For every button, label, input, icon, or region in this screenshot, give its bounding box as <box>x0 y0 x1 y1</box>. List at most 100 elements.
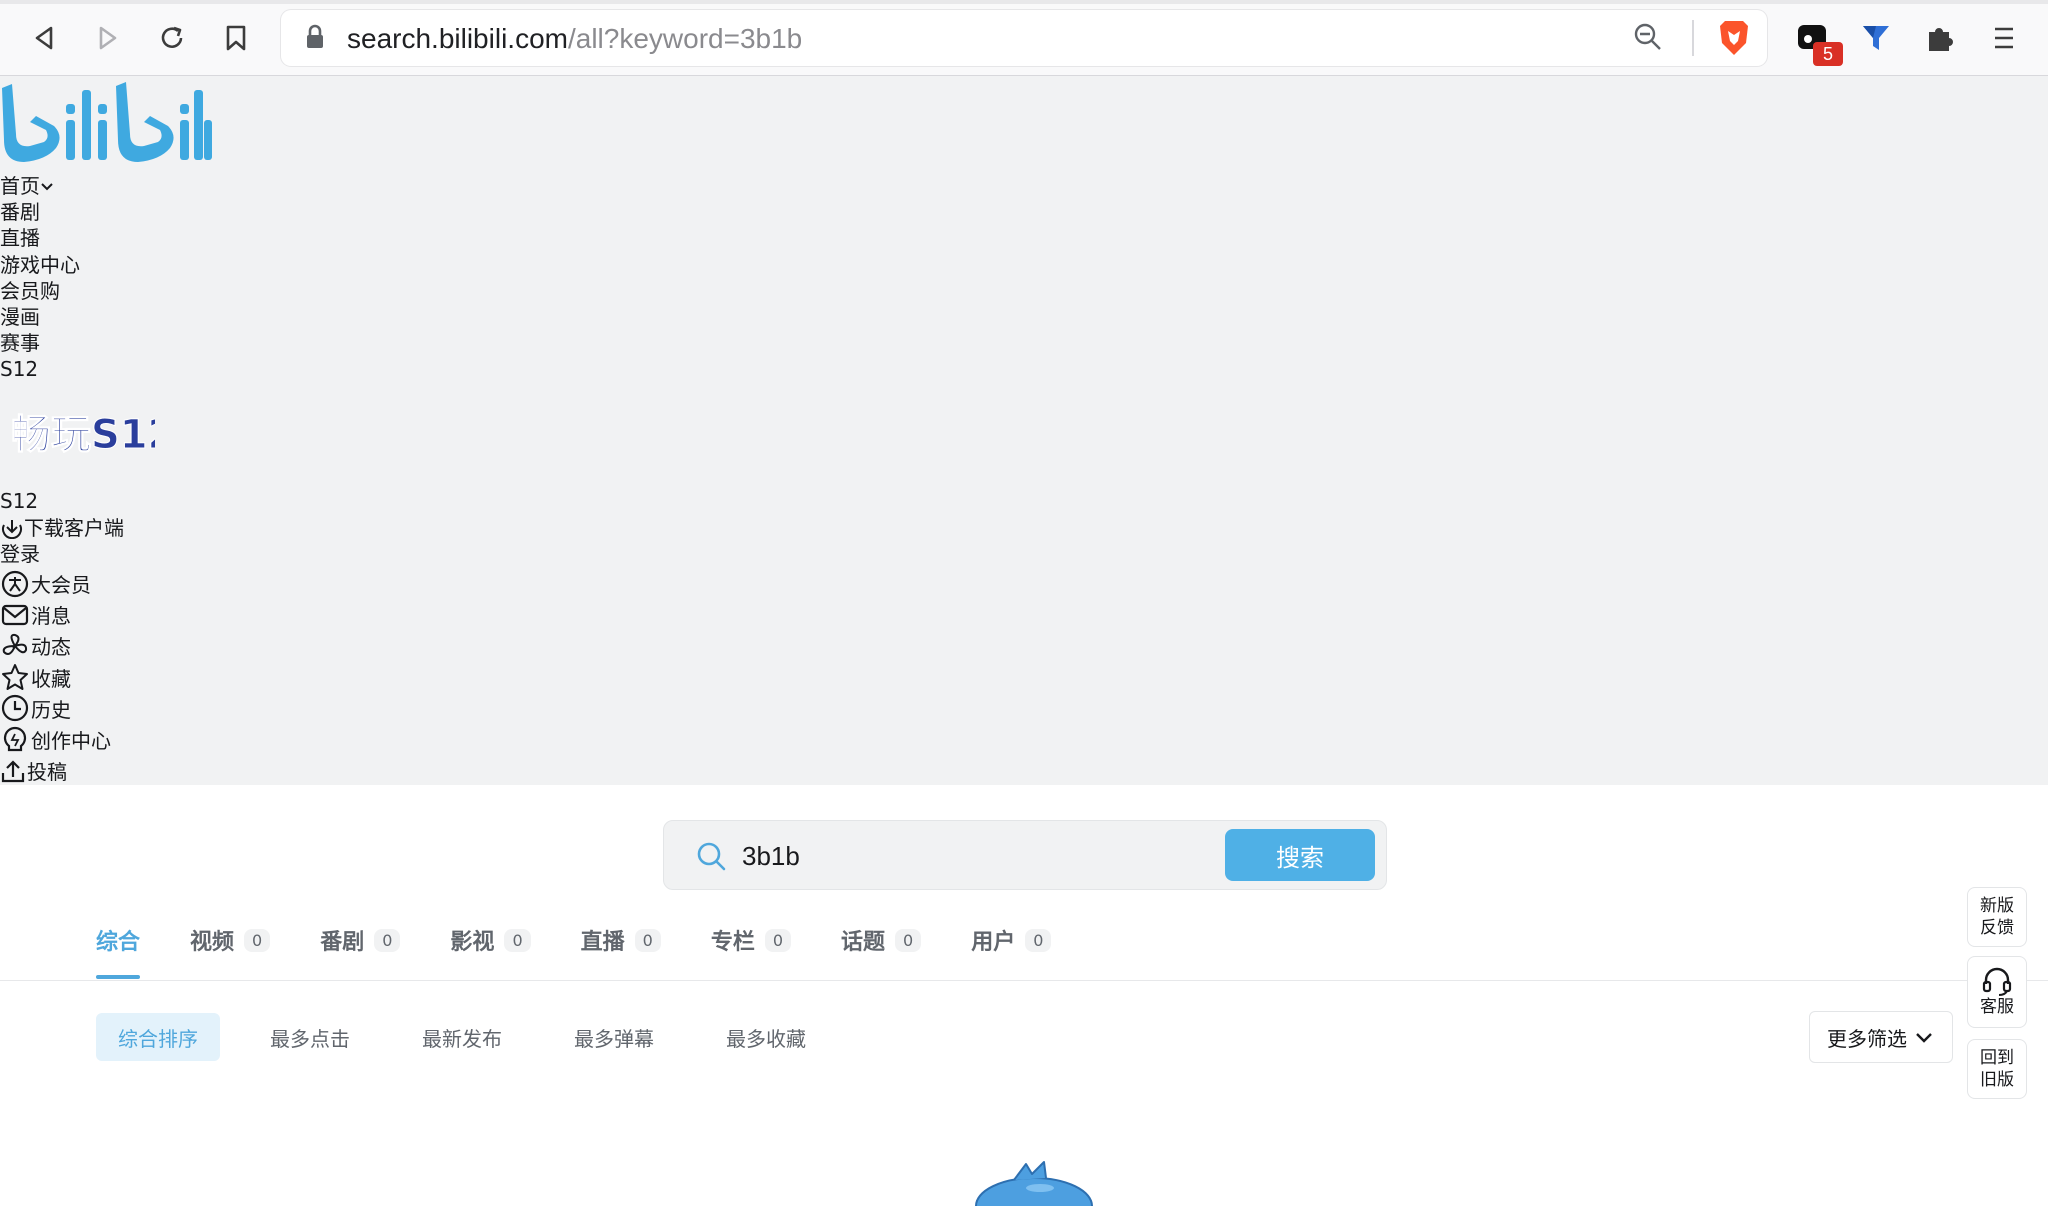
bookmark-icon <box>226 25 246 51</box>
fan-icon <box>2 633 28 655</box>
funnel-icon <box>1863 26 1889 50</box>
s12-promo-banner[interactable]: 畅玩S12 <box>9 404 156 462</box>
user-menu-upload[interactable]: 投稿 <box>0 755 111 786</box>
tab-all[interactable]: 综合 <box>96 918 141 979</box>
nav-item-live[interactable]: 直播 <box>0 225 80 251</box>
tab-label: 视频 <box>190 930 235 955</box>
reload-button[interactable] <box>152 18 192 58</box>
back-icon <box>35 26 53 50</box>
nav-item-games[interactable]: 游戏中心 <box>0 252 80 278</box>
bilibili-logo[interactable] <box>0 76 212 174</box>
forward-icon <box>99 26 117 50</box>
feedback-label-line1: 新版 <box>1980 896 2014 916</box>
tab-count: 0 <box>1025 928 1052 952</box>
headset-icon <box>1982 967 2012 996</box>
nav-item-s12[interactable]: S12 <box>0 356 80 382</box>
customer-service-label: 客服 <box>1980 997 2014 1017</box>
address-bar[interactable]: search.bilibili.com/all?keyword=3b1b <box>281 10 1767 66</box>
tab-count: 0 <box>895 928 922 952</box>
sort-most-favorites[interactable]: 最多收藏 <box>704 1013 828 1061</box>
user-menu-label: 大会员 <box>31 573 91 598</box>
extension-badge: 5 <box>1813 42 1843 66</box>
customer-service-button[interactable]: 客服 <box>1967 956 2027 1028</box>
nav-item-anime[interactable]: 番剧 <box>0 199 80 225</box>
sort-default[interactable]: 综合排序 <box>96 1013 220 1061</box>
tab-live[interactable]: 直播 0 <box>581 918 661 962</box>
download-client-link[interactable]: 下载客户端 <box>0 515 124 542</box>
login-link[interactable]: 登录 <box>0 541 124 568</box>
feedback-button[interactable]: 新版 反馈 <box>1967 887 2027 947</box>
nav-item-home[interactable]: 首页 <box>0 173 80 199</box>
tab-count: 0 <box>634 928 661 952</box>
url-text: search.bilibili.com/all?keyword=3b1b <box>347 23 803 54</box>
star-icon <box>2 664 28 691</box>
header-utility: S12 下载客户端 登录 <box>0 488 124 568</box>
tab-label: 影视 <box>450 930 495 955</box>
tab-articles[interactable]: 专栏 0 <box>710 918 792 962</box>
puzzle-icon <box>1929 28 1953 51</box>
result-type-tabs: 综合 视频 0 番剧 0 影视 0 直播 0 专栏 0 话题 0 用户 0 <box>96 918 1101 979</box>
tab-label: 综合 <box>96 930 141 955</box>
tab-label: 直播 <box>580 930 625 955</box>
user-menu: 大会员 消息 动态 收藏 历史 创作中心 投稿 <box>0 568 111 786</box>
user-menu-history[interactable]: 历史 <box>0 693 111 724</box>
user-menu-label: 投稿 <box>27 760 67 785</box>
mascot-illustration <box>975 1161 1093 1206</box>
tab-count: 0 <box>764 928 792 952</box>
search-bar: 搜索 <box>663 820 1387 890</box>
sort-options: 综合排序 最多点击 最新发布 最多弹幕 最多收藏 <box>96 1013 856 1061</box>
sort-most-clicks[interactable]: 最多点击 <box>248 1013 372 1061</box>
user-menu-label: 历史 <box>31 697 71 722</box>
browser-toolbar: search.bilibili.com/all?keyword=3b1b 5 <box>0 0 2048 76</box>
nav-item-shop[interactable]: 会员购 <box>0 278 80 304</box>
user-menu-vip[interactable]: 大会员 <box>0 568 111 599</box>
menu-button[interactable] <box>1984 18 2024 58</box>
user-menu-messages[interactable]: 消息 <box>0 599 111 630</box>
feedback-label-line2: 反馈 <box>1980 918 2014 938</box>
more-filters-label: 更多筛选 <box>1827 1026 1907 1051</box>
sort-most-danmaku[interactable]: 最多弹幕 <box>552 1013 676 1061</box>
tab-strip <box>0 0 2048 4</box>
s12-link[interactable]: S12 <box>0 488 124 515</box>
search-input[interactable] <box>740 833 1174 879</box>
user-menu-creator-center[interactable]: 创作中心 <box>0 724 111 755</box>
tab-movies[interactable]: 影视 0 <box>450 918 531 962</box>
user-menu-dynamic[interactable]: 动态 <box>0 630 111 661</box>
back-button[interactable] <box>24 18 64 58</box>
user-menu-label: 收藏 <box>31 666 71 691</box>
zoom-out-icon[interactable] <box>1633 22 1663 52</box>
site-header: 首页 番剧 直播 游戏中心 会员购 漫画 赛事 S12 畅玩S12 S12 下载… <box>0 76 2048 785</box>
mail-icon <box>1 604 29 625</box>
more-filters-button[interactable]: 更多筛选 <box>1809 1011 1953 1063</box>
tab-count: 0 <box>374 928 401 952</box>
chevron-down-icon <box>1916 1033 1932 1043</box>
old-version-label-line1: 回到 <box>1980 1048 2014 1068</box>
old-version-label-line2: 旧版 <box>1980 1070 2014 1090</box>
forward-button[interactable] <box>88 18 128 58</box>
tabs-divider <box>0 980 2048 981</box>
tab-topics[interactable]: 话题 0 <box>841 918 922 962</box>
lock-icon <box>307 24 323 48</box>
sort-newest[interactable]: 最新发布 <box>400 1013 524 1061</box>
tab-label: 专栏 <box>710 930 755 955</box>
bookmark-button[interactable] <box>216 18 256 58</box>
nav-item-esports[interactable]: 赛事 <box>0 330 80 356</box>
brave-shields-icon[interactable] <box>1717 19 1751 57</box>
search-icon <box>697 842 726 871</box>
tab-label: 用户 <box>971 930 1016 955</box>
tab-count: 0 <box>504 928 531 952</box>
clock-icon <box>1 695 29 722</box>
tab-users[interactable]: 用户 0 <box>971 918 1052 962</box>
old-version-button[interactable]: 回到 旧版 <box>1967 1039 2027 1099</box>
tab-count: 0 <box>244 928 271 952</box>
extension-filter-button[interactable] <box>1856 18 1896 58</box>
extensions-button[interactable] <box>1920 18 1960 58</box>
user-menu-favorites[interactable]: 收藏 <box>0 662 111 693</box>
reload-icon <box>161 26 183 48</box>
nav-item-manga[interactable]: 漫画 <box>0 304 80 330</box>
download-label: 下载客户端 <box>24 515 124 540</box>
search-button[interactable]: 搜索 <box>1225 829 1375 881</box>
tab-bangumi[interactable]: 番剧 0 <box>320 918 401 962</box>
tab-video[interactable]: 视频 0 <box>190 918 271 962</box>
user-menu-label: 动态 <box>31 635 71 660</box>
